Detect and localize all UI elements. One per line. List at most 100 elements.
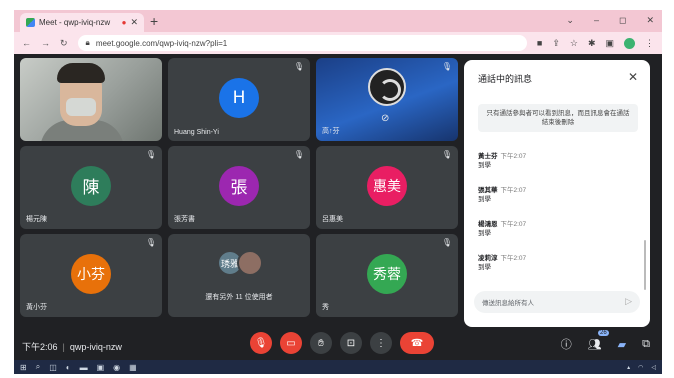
mic-muted-icon: 🎙︎ (441, 238, 452, 247)
mic-toggle-button[interactable]: 🎙︎ (250, 332, 272, 354)
message-sender: 黃士芬 (478, 153, 498, 160)
message-text: 到學 (478, 162, 491, 169)
lock-icon: 🔒︎ (85, 38, 90, 47)
message-time: 下午2:07 (500, 255, 527, 262)
participant-avatar: 秀蓉 (367, 253, 407, 294)
file-explorer-icon[interactable]: ▬ (80, 363, 88, 372)
message-sender: 楊鴻恩 (478, 221, 498, 228)
participant-tile[interactable]: 🎙︎ H Huang Shin-Yi (168, 58, 310, 141)
meeting-time: 下午2:06 (22, 342, 58, 352)
browser-tab[interactable]: Meet - qwp-iviq-nzw ● ✕ (20, 13, 144, 32)
chat-message: 黃士芬 下午2:07 到學 (478, 152, 526, 170)
close-icon[interactable]: ✕ (628, 70, 638, 84)
start-icon[interactable]: ⊞ (20, 363, 27, 372)
mic-muted-icon: 🎙︎ (441, 62, 452, 71)
meeting-details-icon[interactable]: ⓘ (561, 336, 572, 352)
address-bar: ← → ↻ 🔒︎ meet.google.com/qwp-iviq-nzw?pl… (14, 32, 662, 54)
grouped-avatars: 琇雅 (217, 250, 263, 276)
obs-logo-icon (368, 68, 406, 106)
participant-avatar: 小芬 (71, 253, 111, 294)
participant-face (57, 63, 105, 126)
reload-icon[interactable]: ↻ (60, 38, 68, 49)
participant-avatar: H (219, 77, 259, 118)
meet-favicon-icon (26, 18, 35, 27)
mic-muted-icon: 🎙︎ (293, 62, 304, 71)
tab-close-icon[interactable]: ✕ (130, 17, 138, 28)
participant-name: 楊元陳 (26, 216, 47, 223)
leave-call-button[interactable]: ☎︎ (400, 332, 434, 354)
system-tray: ▴ ◠ ◁ (627, 364, 656, 371)
chat-icon[interactable]: ▰ (618, 338, 626, 351)
participant-tile[interactable]: 🎙︎ 張 張芳書 (168, 146, 310, 229)
participant-name: 高↑芬 (322, 128, 340, 135)
participant-avatar: 張 (219, 165, 259, 206)
participant-tile[interactable]: 🎙︎ 小芬 黃小芬 (20, 234, 162, 317)
profile-avatar[interactable] (624, 37, 635, 49)
chrome-icon[interactable]: ◉ (113, 363, 120, 372)
extensions-icon[interactable]: ✱ (588, 38, 596, 49)
camera-toggle-button[interactable]: ▭ (280, 332, 302, 354)
task-view-icon[interactable]: ◫ (49, 363, 57, 372)
more-options-button[interactable]: ⋮ (370, 332, 392, 354)
app-icon[interactable]: ▦ (129, 363, 137, 372)
camera-off-icon: ⊘ (381, 113, 390, 124)
present-button[interactable]: ⊡ (340, 332, 362, 354)
new-tab-button[interactable]: + (150, 14, 158, 28)
window-close-button[interactable]: ✕ (646, 15, 654, 26)
message-text: 到學 (478, 196, 491, 203)
tab-title: Meet - qwp-iviq-nzw (39, 18, 111, 27)
send-icon[interactable]: ▷ (625, 296, 632, 307)
edge-icon[interactable]: ◐ (66, 363, 71, 372)
network-icon[interactable]: ◠ (638, 364, 643, 371)
maximize-button[interactable]: ◻ (619, 15, 626, 26)
tray-icon[interactable]: ▴ (627, 364, 630, 371)
participant-avatar (237, 250, 263, 276)
chat-notice: 只有通話參與者可以看到訊息，而且訊息會在通話結束後刪除 (478, 104, 638, 132)
minimize-button[interactable]: – (594, 15, 599, 26)
tab-search-icon[interactable]: ⌄ (566, 15, 574, 26)
sidepanel-icon[interactable]: ▣ (605, 38, 614, 49)
share-icon[interactable]: ⇪ (552, 38, 560, 49)
more-participants-tile[interactable]: 琇雅 還有另外 11 位使用者 (168, 234, 310, 317)
recording-dot-icon: ● (121, 18, 127, 27)
back-icon[interactable]: ← (22, 38, 31, 48)
chat-input[interactable]: 傳送訊息給所有人 ▷ (474, 291, 640, 313)
mic-muted-icon: 🎙︎ (293, 150, 304, 159)
message-sender: 凌莉淳 (478, 255, 498, 262)
meet-stage: 🎙︎ H Huang Shin-Yi 🎙︎ ⊘ 高↑芬 🎙︎ 陳 楊元陳 🎙︎ … (14, 54, 662, 360)
participant-avatar: 惠美 (367, 165, 407, 206)
chat-scrollbar[interactable] (644, 240, 646, 290)
message-sender: 張其華 (478, 187, 498, 194)
extensions-area: ■ ⇪ ☆ ✱ ▣ ⋮ (537, 37, 654, 49)
people-icon[interactable]: 👥︎ 26 (588, 329, 609, 351)
participant-tile-video[interactable] (20, 58, 162, 141)
chat-title: 通話中的訊息 (478, 74, 533, 84)
url-field[interactable]: 🔒︎ meet.google.com/qwp-iviq-nzw?pli=1 (77, 35, 527, 51)
message-text: 到學 (478, 230, 491, 237)
menu-icon[interactable]: ⋮ (645, 38, 654, 49)
participant-tile[interactable]: 🎙︎ 惠美 呂惠美 (316, 146, 458, 229)
participant-tile-obs[interactable]: 🎙︎ ⊘ 高↑芬 (316, 58, 458, 141)
os-taskbar: ⊞ ⌕ ◫ ◐ ▬ ▣ ◉ ▦ ▴ ◠ ◁ (14, 360, 662, 374)
side-controls: ⓘ 👥︎ 26 ▰ ⧉ (561, 329, 650, 352)
volume-icon[interactable]: ◁ (651, 364, 656, 371)
search-icon[interactable]: ⌕ (36, 362, 40, 372)
message-text: 到學 (478, 264, 491, 271)
message-time: 下午2:07 (500, 187, 527, 194)
message-time: 下午2:07 (500, 221, 527, 228)
chat-message: 張其華 下午2:07 到學 (478, 186, 526, 204)
activities-icon[interactable]: ⧉ (642, 338, 650, 351)
meeting-code: qwp-iviq-nzw (69, 342, 122, 352)
forward-icon[interactable]: → (41, 38, 50, 48)
participant-tile[interactable]: 🎙︎ 陳 楊元陳 (20, 146, 162, 229)
camera-icon[interactable]: ■ (537, 38, 542, 48)
bookmark-star-icon[interactable]: ☆ (570, 38, 578, 49)
call-controls: 🎙︎ ▭ ✋︎ ⊡ ⋮ ☎︎ (250, 332, 434, 354)
store-icon[interactable]: ▣ (97, 363, 105, 372)
raise-hand-button[interactable]: ✋︎ (310, 332, 332, 354)
participant-name: 秀 (322, 304, 329, 311)
participant-tile[interactable]: 🎙︎ 秀蓉 秀 (316, 234, 458, 317)
chat-message: 楊鴻恩 下午2:07 到學 (478, 220, 526, 238)
mic-muted-icon: 🎙︎ (145, 150, 156, 159)
participant-name: 張芳書 (174, 216, 195, 223)
